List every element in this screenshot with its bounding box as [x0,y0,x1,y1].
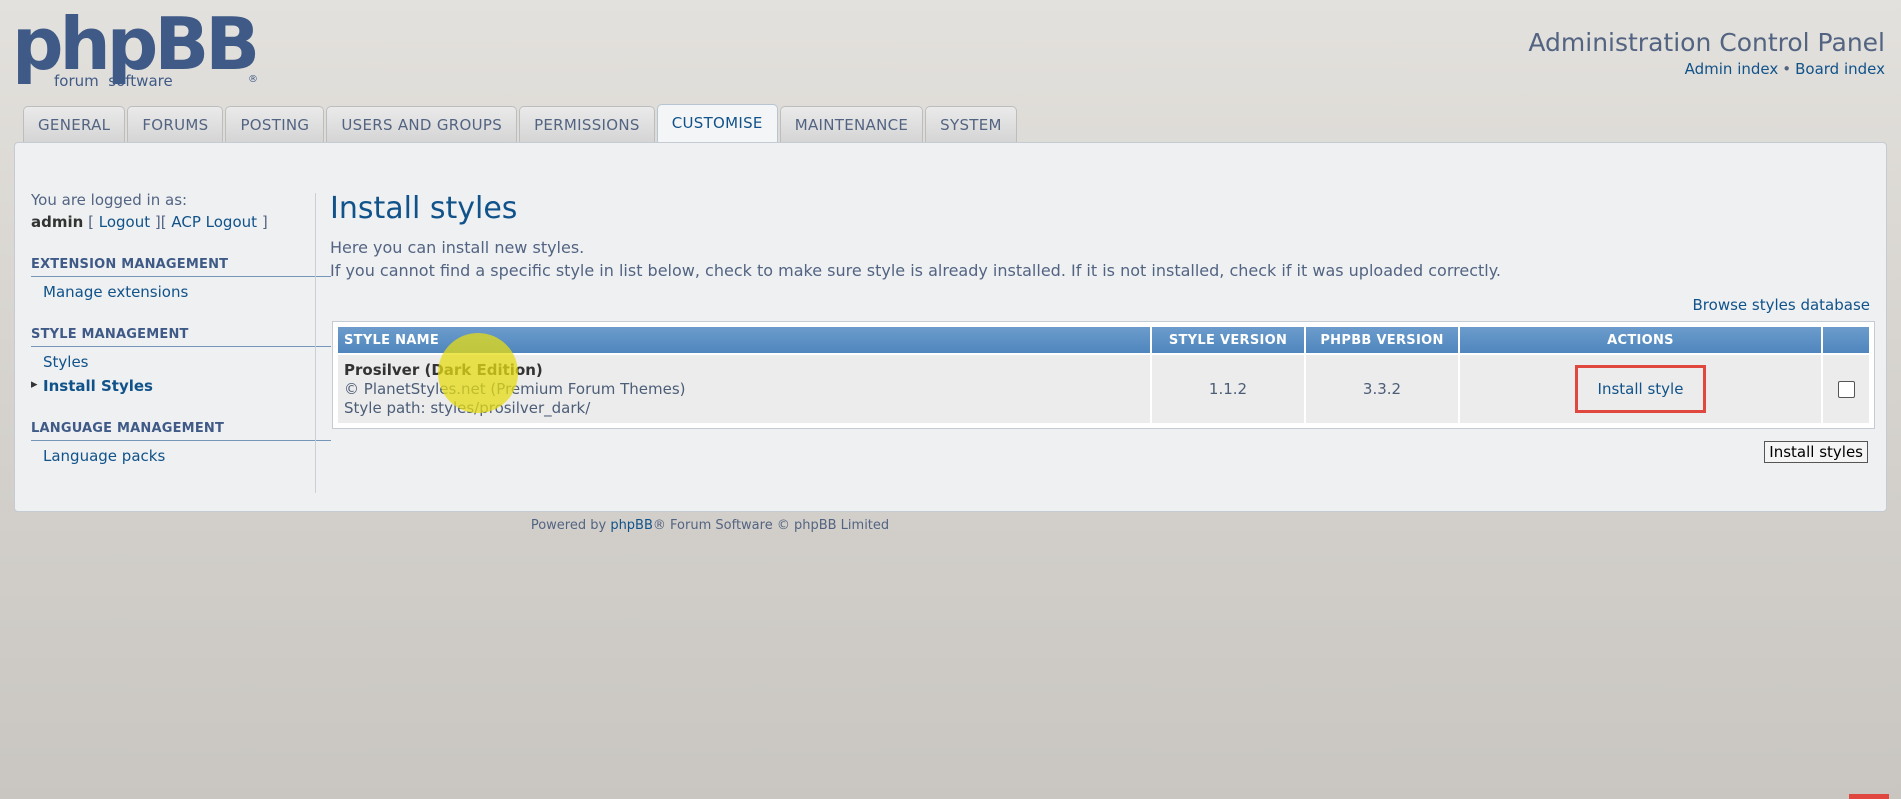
tab-maintenance[interactable]: MAINTENANCE [779,106,924,143]
actions-cell: Install style [1460,355,1821,423]
sidebar-item-label[interactable]: Styles [43,353,89,371]
table-header-row: STYLE NAME STYLE VERSION PHPBB VERSION A… [338,327,1869,353]
install-style-link[interactable]: Install style [1574,365,1707,413]
tab-general[interactable]: GENERAL [23,106,126,143]
tab-customise[interactable]: CUSTOMISE [656,104,778,143]
styles-table-wrapper: STYLE NAME STYLE VERSION PHPBB VERSION A… [332,321,1875,429]
style-name-cell: Prosilver (Dark Edition) © PlanetStyles.… [338,355,1150,423]
sidebar-item-language-packs[interactable]: Language packs [31,441,331,465]
column-header-style-version: STYLE VERSION [1152,327,1304,353]
phpbb-logo[interactable]: phpBB forum software ® [12,8,260,94]
sidebar-item-label[interactable]: Language packs [43,447,165,465]
section-extension-management: EXTENSION MANAGEMENT [31,257,331,277]
logo-text: phpBB [12,2,260,86]
sidebar-item-label[interactable]: Install Styles [43,377,153,395]
column-header-phpbb-version: PHPBB VERSION [1306,327,1458,353]
logout-link[interactable]: Logout [99,213,150,231]
section-style-management: STYLE MANAGEMENT [31,327,331,347]
link-separator: • [1782,60,1792,78]
main-tabs: GENERAL FORUMS POSTING USERS AND GROUPS … [23,104,1017,143]
style-copyright: © PlanetStyles.net (Premium Forum Themes… [344,379,686,398]
bracket-open: [ [88,213,94,231]
phpbb-footer-link[interactable]: phpBB [610,518,653,533]
sidebar-item-install-styles[interactable]: ▸ Install Styles [31,371,331,395]
browse-styles-link[interactable]: Browse styles database [1693,296,1870,314]
acp-title: Administration Control Panel [1528,28,1885,57]
board-index-link[interactable]: Board index [1795,60,1885,78]
sidebar-item-label[interactable]: Manage extensions [43,283,188,301]
content-area: Install styles Here you can install new … [330,191,1875,463]
footer-suffix: ® Forum Software © phpBB Limited [652,518,890,533]
column-header-actions: ACTIONS [1460,327,1821,353]
footer-prefix: Powered by [530,518,611,533]
tab-permissions[interactable]: PERMISSIONS [519,106,655,143]
header-links: Admin index • Board index [1685,60,1885,78]
username: admin [31,213,84,231]
table-row: Prosilver (Dark Edition) © PlanetStyles.… [338,355,1869,423]
tab-posting[interactable]: POSTING [225,106,325,143]
install-styles-button[interactable]: Install styles [1764,441,1868,463]
style-version-cell: 1.1.2 [1152,355,1304,423]
sidebar-item-manage-extensions[interactable]: Manage extensions [31,277,331,301]
logo-registered-mark: ® [248,74,258,85]
sidebar: You are logged in as: admin [ Logout ][ … [31,191,331,465]
styles-table: STYLE NAME STYLE VERSION PHPBB VERSION A… [336,325,1871,425]
description-line-1: Here you can install new styles. [330,238,585,257]
section-language-management: LANGUAGE MANAGEMENT [31,421,331,441]
active-bullet-icon: ▸ [31,377,38,392]
select-cell [1823,355,1869,423]
description-line-2: If you cannot find a specific style in l… [330,261,1501,280]
sidebar-item-styles[interactable]: Styles [31,347,331,371]
acp-logout-link[interactable]: ACP Logout [171,213,257,231]
tab-users-and-groups[interactable]: USERS AND GROUPS [326,106,518,143]
tab-system[interactable]: SYSTEM [925,106,1017,143]
column-header-style-name: STYLE NAME [338,327,1150,353]
column-header-select [1823,327,1869,353]
page-description: Here you can install new styles. If you … [330,236,1870,282]
style-name: Prosilver (Dark Edition) [344,360,543,379]
tab-forums[interactable]: FORUMS [127,106,224,143]
logged-in-label: You are logged in as: [31,191,188,209]
logo-subtitle: forum software [54,72,173,90]
bracket-mid: ][ [154,213,167,231]
main-panel: You are logged in as: admin [ Logout ][ … [14,142,1887,512]
corner-marker [1849,794,1889,799]
style-path: Style path: styles/prosilver_dark/ [344,398,591,417]
login-info: admin [ Logout ][ ACP Logout ] [31,213,331,231]
footer: Powered by phpBB® Forum Software © phpBB… [0,518,1420,533]
select-style-checkbox[interactable] [1837,381,1855,398]
sidebar-divider [315,193,316,493]
phpbb-version-cell: 3.3.2 [1306,355,1458,423]
page-title: Install styles [330,191,518,226]
submit-row: Install styles [1764,441,1868,463]
admin-index-link[interactable]: Admin index [1685,60,1779,78]
bracket-close: ] [261,213,268,231]
